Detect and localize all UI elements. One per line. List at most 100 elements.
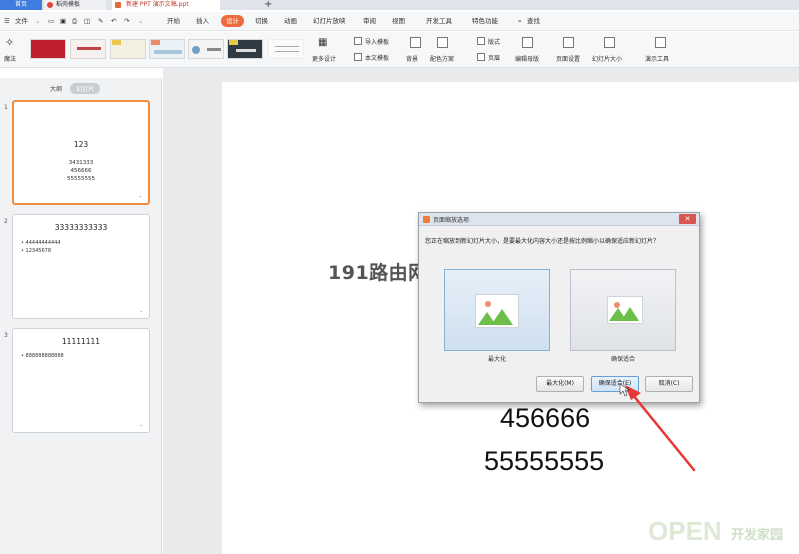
save-icon[interactable]: ▣ bbox=[60, 16, 66, 27]
slide-number: 1 bbox=[4, 104, 8, 111]
design-template-thumb[interactable] bbox=[110, 39, 146, 59]
tab-templates[interactable]: 稻壳模板 bbox=[44, 0, 106, 10]
text-template-icon bbox=[354, 53, 362, 61]
animation-star-icon: ✦ bbox=[139, 423, 143, 428]
magic-wand-icon[interactable]: ✧ bbox=[5, 36, 14, 49]
animation-star-icon: ✦ bbox=[138, 194, 142, 199]
design-template-thumb[interactable] bbox=[268, 39, 304, 59]
page-zoom-dialog: 页面缩放选项 ✕ 您正在缩放到新幻灯片大小，是要最大化内容大小还是按比例缩小以确… bbox=[418, 212, 700, 403]
animation-star-icon: ✦ bbox=[139, 309, 143, 314]
present-tools-icon bbox=[655, 37, 666, 48]
slide-thumb-line: 456666 bbox=[70, 168, 92, 174]
chevron-down-icon[interactable]: ⌄ bbox=[138, 16, 143, 27]
tab-templates-label: 稻壳模板 bbox=[56, 1, 81, 8]
slide-thumb-bullet: • 888888888888 bbox=[21, 353, 64, 359]
menu-features[interactable]: 特色功能 bbox=[472, 16, 498, 27]
slide-thumb-line: 55555555 bbox=[67, 176, 95, 182]
edit-master-icon bbox=[522, 37, 533, 48]
open-watermark: OPEN bbox=[648, 516, 722, 546]
dialog-message: 您正在缩放到新幻灯片大小，是要最大化内容大小还是按比例缩小以确保适应新幻灯片？ bbox=[425, 238, 660, 245]
menu-search[interactable]: 查找 bbox=[527, 16, 540, 27]
option-maximize-label: 最大化 bbox=[487, 356, 506, 363]
slide-text-line[interactable]: 55555555 bbox=[484, 446, 604, 477]
slide-size-icon bbox=[604, 37, 615, 48]
option-ensure-fit-label: 确保适合 bbox=[610, 356, 635, 363]
redo-icon[interactable]: ↷ bbox=[124, 16, 129, 27]
option-maximize[interactable] bbox=[444, 269, 550, 351]
magic-button[interactable]: 魔法 bbox=[4, 54, 16, 63]
print-icon[interactable]: ⎙ bbox=[72, 16, 77, 27]
new-tab-button[interactable]: + bbox=[264, 0, 272, 10]
more-design-button[interactable]: 更多设计 bbox=[312, 54, 336, 63]
design-template-thumb[interactable] bbox=[30, 39, 66, 59]
menu-file[interactable]: 文件 bbox=[15, 16, 28, 27]
menu-review[interactable]: 审阅 bbox=[363, 16, 376, 27]
chevron-down-icon[interactable]: ⌄ bbox=[35, 16, 40, 27]
menu-transition[interactable]: 切换 bbox=[255, 16, 268, 27]
tab-home[interactable]: 首页 bbox=[0, 0, 42, 10]
layout-button[interactable]: 版式 bbox=[488, 37, 500, 46]
app-icon bbox=[423, 216, 430, 223]
option-ensure-fit[interactable] bbox=[570, 269, 676, 351]
page-setup-icon bbox=[563, 37, 574, 48]
tab-outline[interactable]: 大纲 bbox=[44, 83, 68, 94]
menu-animation[interactable]: 动画 bbox=[284, 16, 297, 27]
menu-view[interactable]: 视图 bbox=[392, 16, 405, 27]
grid-icon[interactable]: ▦ bbox=[318, 37, 327, 48]
color-scheme-icon bbox=[437, 37, 448, 48]
search-icon[interactable]: ⌕ bbox=[518, 16, 522, 27]
slides-panel: 大纲 幻灯片 1 123 3431333 456666 55555555 ✦ 2… bbox=[0, 78, 162, 554]
page-setup-button[interactable]: 页面设置 bbox=[556, 54, 580, 63]
slide-thumbnail-1[interactable]: 123 3431333 456666 55555555 ✦ bbox=[12, 100, 150, 205]
undo-icon[interactable]: ↶ bbox=[111, 16, 116, 27]
design-template-thumb[interactable] bbox=[149, 39, 185, 59]
slide-text-line[interactable]: 456666 bbox=[500, 403, 590, 434]
color-scheme-button[interactable]: 配色方案 bbox=[430, 54, 454, 63]
folder-icon[interactable]: ▭ bbox=[48, 16, 54, 27]
slide-thumb-title: 11111111 bbox=[61, 337, 101, 346]
slide-thumbnail-3[interactable]: 11111111 • 888888888888 ✦ bbox=[12, 328, 150, 433]
text-template-button[interactable]: 本文模板 bbox=[365, 53, 389, 62]
ensure-fit-button[interactable]: 确保适合(E) bbox=[591, 376, 639, 392]
hamburger-icon[interactable]: ☰ bbox=[4, 16, 10, 27]
picture-icon bbox=[607, 296, 643, 324]
slide-size-button[interactable]: 幻灯片大小 bbox=[592, 54, 622, 63]
picture-icon bbox=[475, 294, 519, 328]
header-button[interactable]: 页眉 bbox=[488, 53, 500, 62]
preview-icon[interactable]: ◫ bbox=[84, 16, 90, 27]
close-icon[interactable]: ✕ bbox=[679, 214, 696, 224]
slide-number: 3 bbox=[4, 332, 8, 339]
open-watermark-cn: 开发家园 bbox=[731, 528, 784, 543]
cancel-button[interactable]: 取消(C) bbox=[645, 376, 693, 392]
panel-tabs: 大纲 幻灯片 bbox=[44, 83, 101, 94]
dialog-title: 页面缩放选项 bbox=[433, 217, 470, 224]
site-watermark: 191路由网 bbox=[328, 262, 428, 284]
design-template-thumb[interactable] bbox=[70, 39, 106, 59]
window-tab-bar: 首页 稻壳模板 新建 PPT 演示文稿.ppt + bbox=[0, 0, 799, 10]
tab-slides[interactable]: 幻灯片 bbox=[70, 83, 101, 94]
menu-design[interactable]: 设计 bbox=[221, 15, 244, 27]
slide-thumb-title: 33333333333 bbox=[54, 223, 108, 232]
import-template-icon bbox=[354, 37, 362, 45]
slide-thumbnail-2[interactable]: 33333333333 • 44444444444 • 12345678 ✦ bbox=[12, 214, 150, 319]
layout-icon bbox=[477, 37, 485, 45]
import-template-button[interactable]: 导入模板 bbox=[365, 37, 389, 46]
menu-devtools[interactable]: 开发工具 bbox=[426, 16, 452, 27]
slide-number: 2 bbox=[4, 218, 8, 225]
design-template-thumb[interactable] bbox=[227, 39, 263, 59]
slide-thumb-bullet: • 12345678 bbox=[21, 248, 51, 254]
maximize-button[interactable]: 最大化(M) bbox=[536, 376, 584, 392]
design-ribbon: ✧ 魔法 ▦ 更多设计 导入模板 本文模板 背景 配色方案 版式 页眉 编辑母版… bbox=[0, 32, 799, 68]
format-painter-icon[interactable]: ✎ bbox=[98, 16, 103, 27]
background-icon bbox=[410, 37, 421, 48]
edit-master-button[interactable]: 编辑母版 bbox=[515, 54, 539, 63]
background-button[interactable]: 背景 bbox=[406, 54, 418, 63]
dialog-titlebar[interactable]: 页面缩放选项 ✕ bbox=[419, 213, 699, 226]
tab-document[interactable]: 新建 PPT 演示文稿.ppt bbox=[112, 0, 220, 10]
design-template-thumb[interactable] bbox=[188, 39, 224, 59]
menu-start[interactable]: 开始 bbox=[167, 16, 180, 27]
menu-slideshow[interactable]: 幻灯片放映 bbox=[313, 16, 346, 27]
slide-thumb-line: 3431333 bbox=[68, 160, 94, 166]
present-tools-button[interactable]: 演示工具 bbox=[645, 54, 669, 63]
menu-insert[interactable]: 插入 bbox=[196, 16, 209, 27]
